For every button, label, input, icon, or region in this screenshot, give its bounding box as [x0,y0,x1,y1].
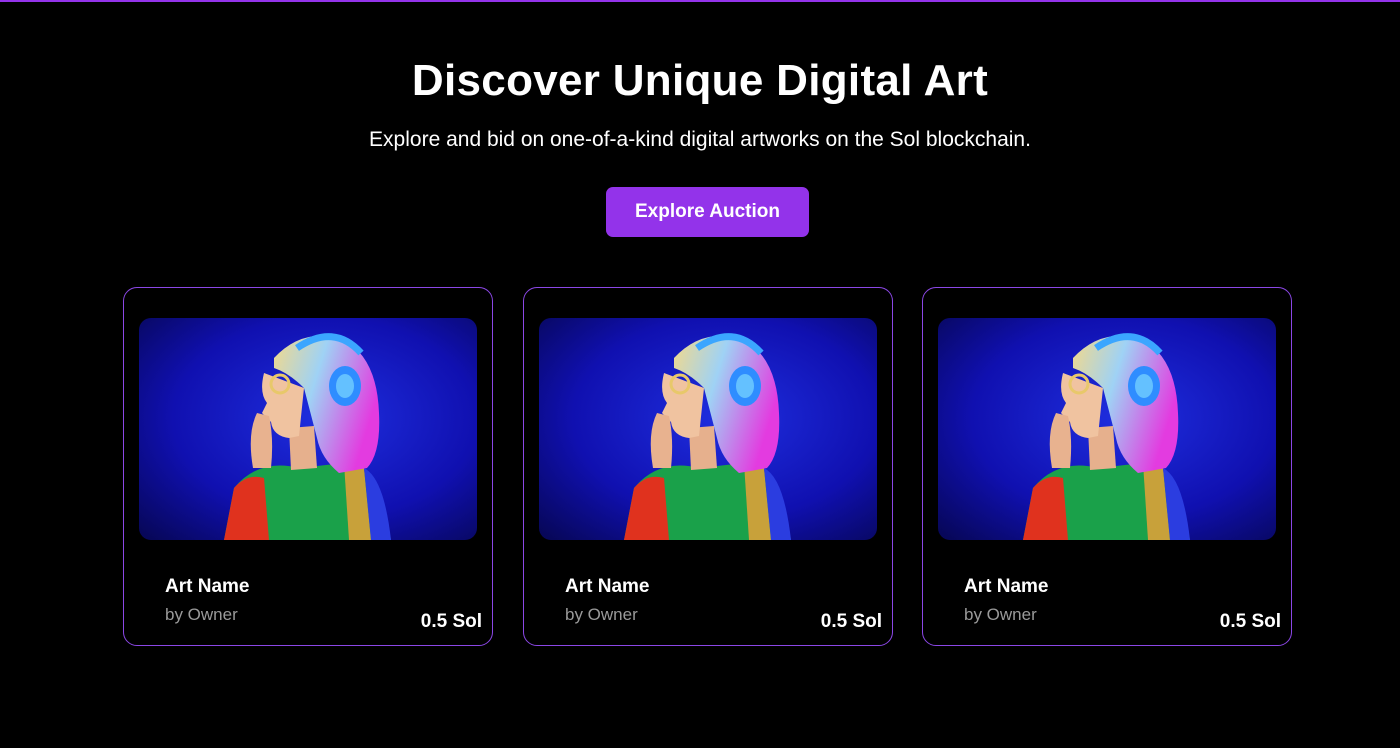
art-card[interactable]: Art Name by Owner 0.5 Sol [922,287,1292,646]
art-image[interactable] [938,318,1276,540]
neon-portrait-image [139,318,477,540]
art-image[interactable] [539,318,877,540]
art-image[interactable] [139,318,477,540]
neon-portrait-image [539,318,877,540]
top-accent-bar [0,0,1400,2]
art-owner: by Owner [964,605,1037,624]
art-card[interactable]: Art Name by Owner 0.5 Sol [123,287,493,646]
hero-subtitle: Explore and bid on one-of-a-kind digital… [369,128,1031,151]
art-price: 0.5 Sol [1219,611,1281,632]
art-owner: by Owner [165,605,238,624]
art-price: 0.5 Sol [820,611,882,632]
neon-portrait-image [938,318,1276,540]
art-name: Art Name [964,576,1049,597]
art-card[interactable]: Art Name by Owner 0.5 Sol [523,287,893,646]
hero-title: Discover Unique Digital Art [411,56,989,105]
art-owner: by Owner [565,605,638,624]
explore-auction-button[interactable]: Explore Auction [606,187,809,237]
art-price: 0.5 Sol [420,611,482,632]
art-name: Art Name [165,576,250,597]
art-name: Art Name [565,576,650,597]
